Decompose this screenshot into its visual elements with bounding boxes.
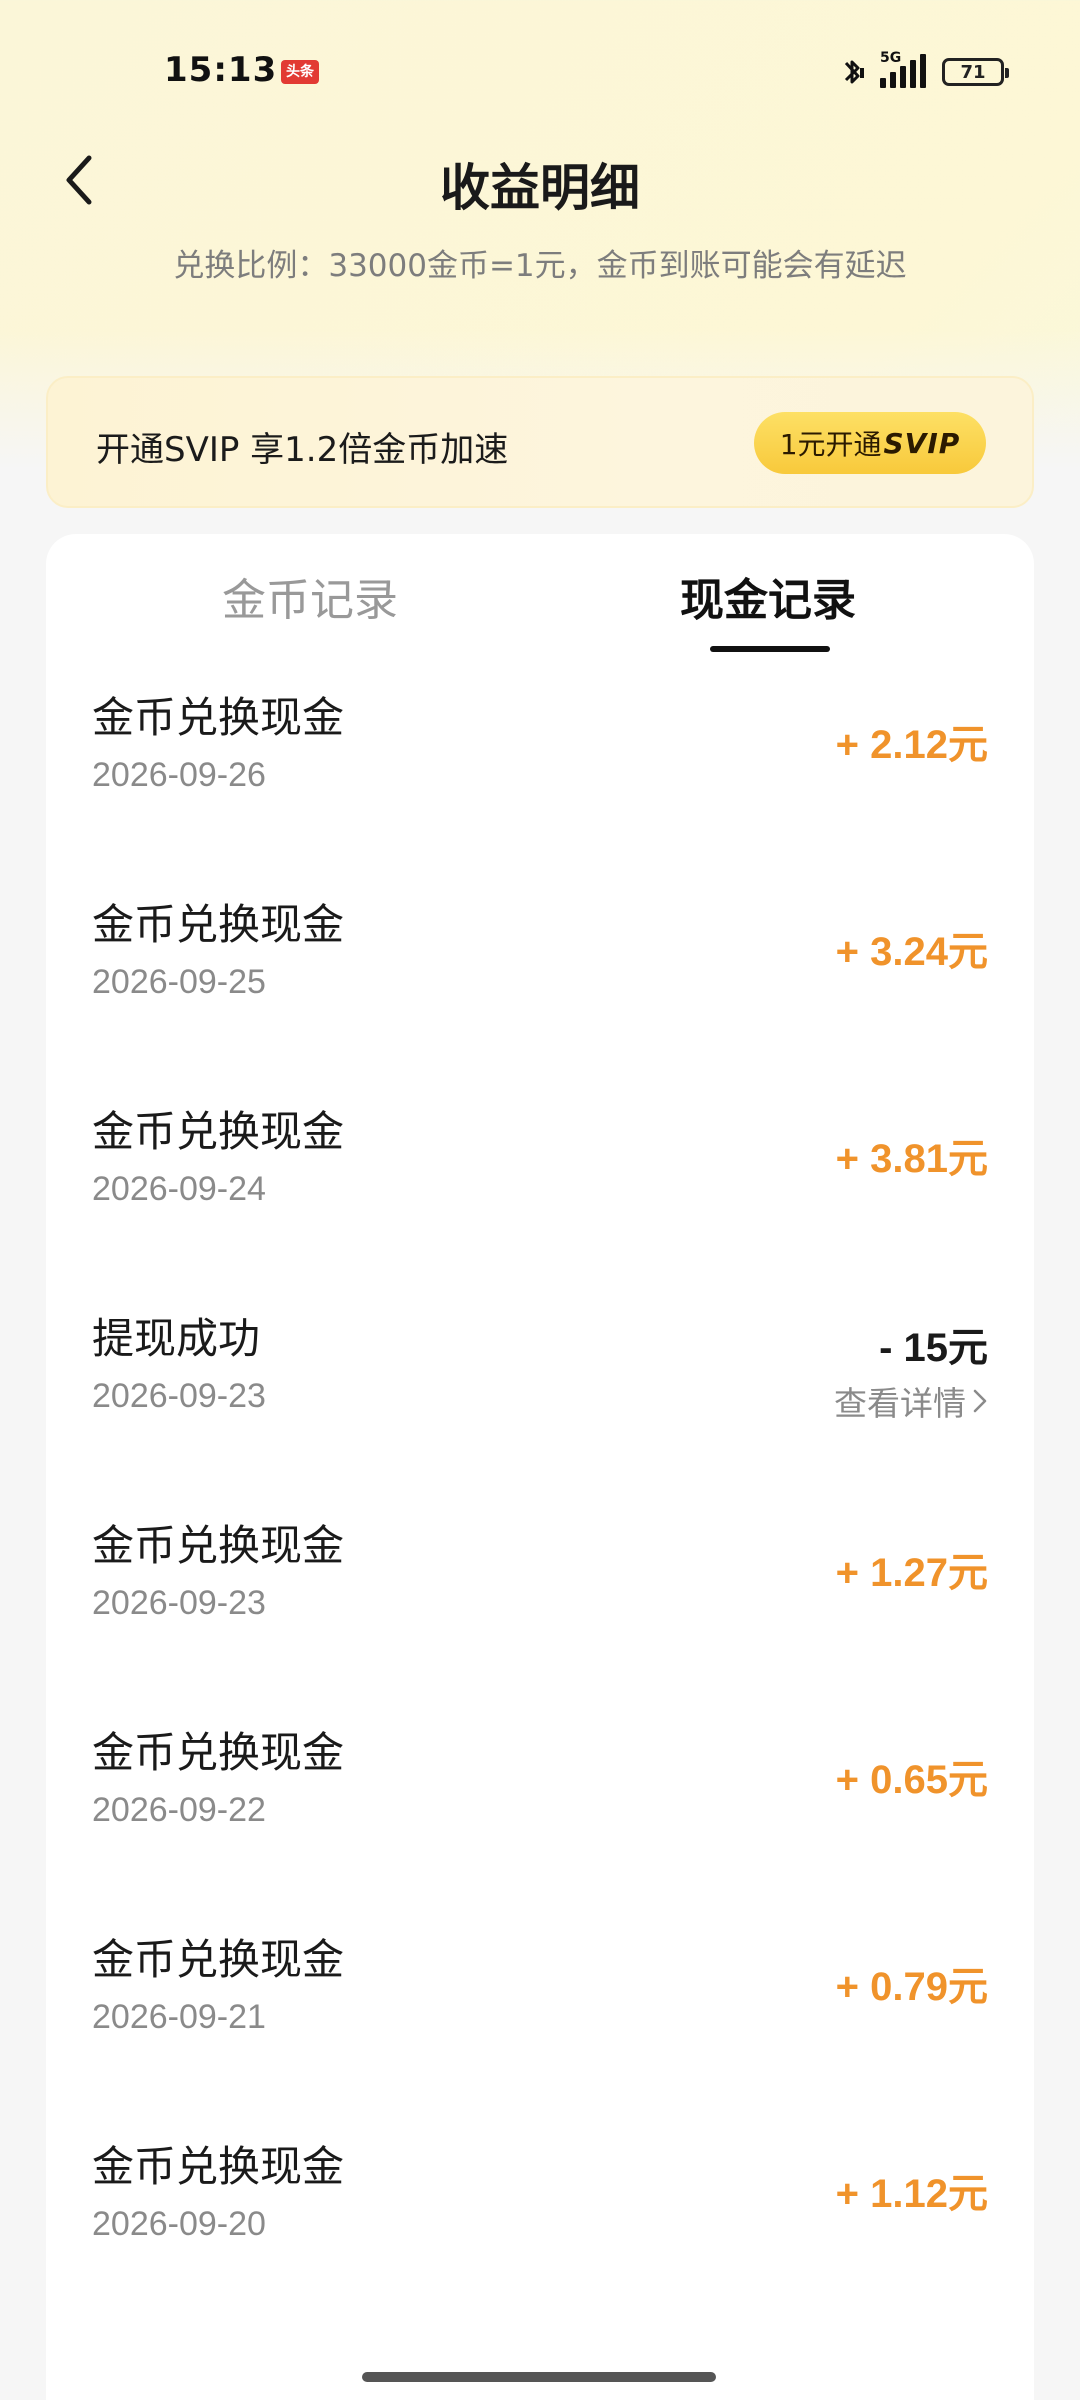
record-tabs: 金币记录 现金记录	[46, 534, 1034, 664]
clock: 15:13	[164, 50, 278, 90]
record-date: 2026-09-22	[92, 1791, 266, 1829]
home-indicator[interactable]	[362, 2372, 716, 2382]
amount-unit: 元	[948, 1757, 988, 1803]
record-row[interactable]: 金币兑换现金 2026-09-25 + 3.24元	[46, 891, 1034, 1098]
view-details-label: 查看详情	[834, 1384, 966, 1423]
tab-cash-records[interactable]: 现金记录	[680, 564, 856, 628]
record-title: 金币兑换现金	[92, 693, 345, 742]
record-row[interactable]: 金币兑换现金 2026-09-22 + 0.65元	[46, 1719, 1034, 1926]
amount-value: - 15	[879, 1326, 948, 1370]
record-date: 2026-09-20	[92, 2205, 266, 2243]
record-title: 金币兑换现金	[92, 1935, 345, 1984]
amount-unit: 元	[948, 929, 988, 975]
amount-unit: 元	[948, 1964, 988, 2010]
record-amount: - 15元	[879, 1315, 988, 1373]
record-title: 金币兑换现金	[92, 2142, 345, 2191]
record-date: 2026-09-24	[92, 1170, 266, 1208]
record-date: 2026-09-23	[92, 1377, 266, 1415]
svip-promo-text: 开通SVIP 享1.2倍金币加速	[96, 430, 509, 470]
amount-unit: 元	[948, 2171, 988, 2217]
record-title: 金币兑换现金	[92, 900, 345, 949]
amount-unit: 元	[948, 1136, 988, 1182]
amount-unit: 元	[948, 1550, 988, 1596]
bluetooth-icon	[844, 60, 864, 84]
record-row[interactable]: 金币兑换现金 2026-09-23 + 1.27元	[46, 1512, 1034, 1719]
amount-value: + 1.12	[835, 2172, 948, 2216]
record-title: 金币兑换现金	[92, 1728, 345, 1777]
tab-coin-records[interactable]: 金币记录	[222, 564, 398, 628]
battery-level: 71	[960, 61, 986, 83]
record-title: 金币兑换现金	[92, 1521, 345, 1570]
active-tab-indicator	[710, 646, 830, 652]
record-amount: + 0.65元	[836, 1747, 988, 1805]
record-amount: + 0.79元	[836, 1954, 988, 2012]
amount-unit: 元	[948, 1325, 988, 1371]
amount-value: + 3.24	[835, 930, 948, 974]
exchange-rate-note: 兑换比例：33000金币=1元，金币到账可能会有延迟	[173, 248, 907, 284]
record-date: 2026-09-21	[92, 1998, 266, 2036]
amount-value: + 0.65	[835, 1758, 948, 1802]
record-row-withdraw[interactable]: 提现成功 2026-09-23 - 15元 查看详情	[46, 1305, 1034, 1512]
amount-value: + 2.12	[835, 723, 948, 767]
record-row[interactable]: 金币兑换现金 2026-09-21 + 0.79元	[46, 1926, 1034, 2133]
record-title: 金币兑换现金	[92, 1107, 345, 1156]
amount-value: + 0.79	[835, 1965, 948, 2009]
network-type-label: 5G	[880, 50, 902, 66]
chevron-right-icon	[973, 1389, 987, 1413]
records-card: 金币记录 现金记录 金币兑换现金 2026-09-26 + 2.12元 金币兑换…	[46, 534, 1034, 2400]
view-details-link[interactable]: 查看详情	[834, 1377, 988, 1425]
amount-unit: 元	[948, 722, 988, 768]
record-title: 提现成功	[92, 1314, 261, 1363]
battery-icon: 71	[942, 58, 1009, 86]
record-amount: + 3.24元	[836, 919, 988, 977]
record-date: 2026-09-25	[92, 963, 266, 1001]
record-amount: + 2.12元	[836, 712, 988, 770]
record-row[interactable]: 金币兑换现金 2026-09-24 + 3.81元	[46, 1098, 1034, 1305]
cellular-signal-icon: 5G	[880, 50, 928, 90]
svip-banner[interactable]: 开通SVIP 享1.2倍金币加速 1元开通 SVIP	[46, 376, 1034, 508]
amount-value: + 1.27	[835, 1551, 948, 1595]
amount-value: + 3.81	[835, 1137, 948, 1181]
cash-record-list: 金币兑换现金 2026-09-26 + 2.12元 金币兑换现金 2026-09…	[46, 684, 1034, 2340]
record-amount: + 3.81元	[836, 1126, 988, 1184]
status-icons: 5G 71	[838, 50, 1009, 92]
toutiao-notification-icon: 头条	[281, 60, 319, 84]
record-date: 2026-09-26	[92, 756, 266, 794]
svip-button-brand: SVIP	[883, 426, 961, 460]
record-row[interactable]: 金币兑换现金 2026-09-20 + 1.12元	[46, 2133, 1034, 2340]
svip-button-prefix: 1元开通	[779, 428, 882, 461]
record-row[interactable]: 金币兑换现金 2026-09-26 + 2.12元	[46, 684, 1034, 891]
record-amount: + 1.27元	[836, 1540, 988, 1598]
record-date: 2026-09-23	[92, 1584, 266, 1622]
record-amount: + 1.12元	[836, 2161, 988, 2219]
page-title: 收益明细	[440, 159, 640, 217]
status-bar: 15:13 头条 5G 71	[0, 0, 1080, 140]
open-svip-button[interactable]: 1元开通 SVIP	[754, 412, 986, 474]
